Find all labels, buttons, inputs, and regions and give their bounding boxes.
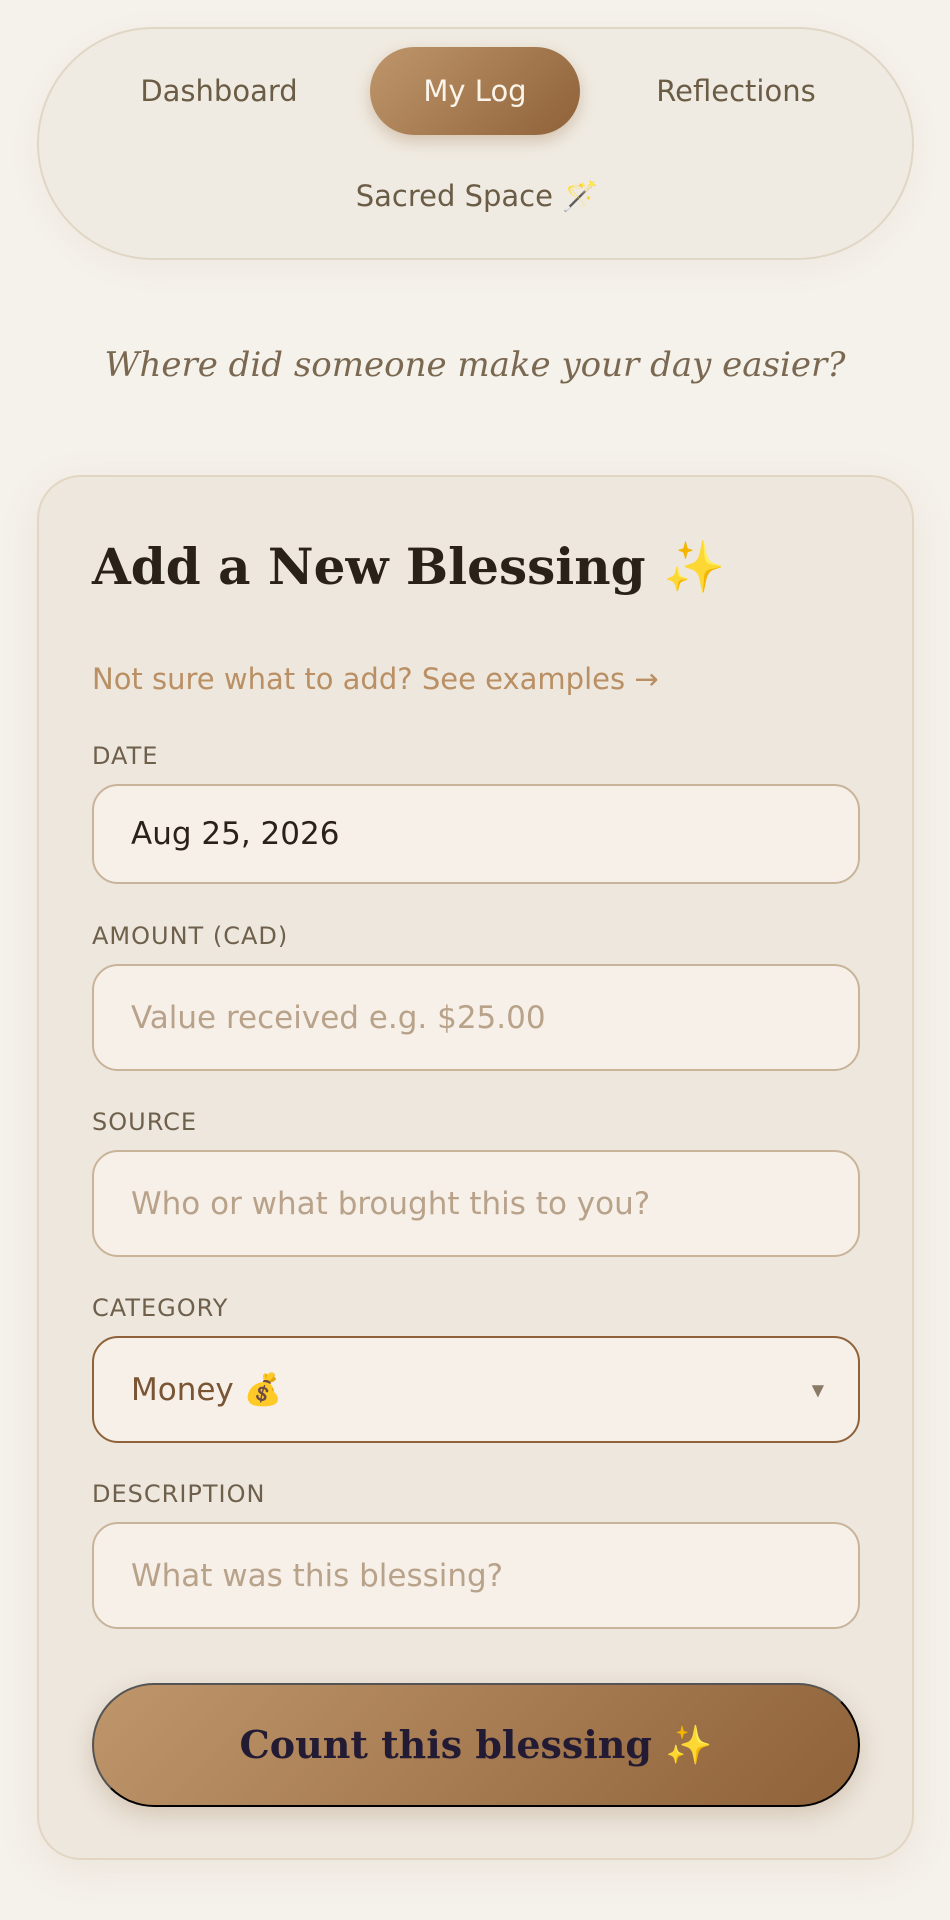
category-label: CATEGORY xyxy=(92,1294,229,1322)
chevron-down-icon: ▼ xyxy=(811,1380,824,1399)
description-placeholder: What was this blessing? xyxy=(131,1557,504,1594)
add-blessing-card: Add a New Blessing ✨ Not sure what to ad… xyxy=(37,475,914,1860)
source-label: SOURCE xyxy=(92,1108,198,1136)
tab-dashboard[interactable]: Dashboard xyxy=(109,47,329,135)
date-field[interactable]: Aug 25, 2026 xyxy=(92,784,860,884)
tab-sacred-space[interactable]: Sacred Space 🪄 xyxy=(322,152,632,240)
amount-placeholder: Value received e.g. $25.00 xyxy=(131,999,546,1036)
description-label: DESCRIPTION xyxy=(92,1480,266,1508)
category-value: Money 💰 xyxy=(131,1372,283,1408)
date-value: Aug 25, 2026 xyxy=(131,816,340,852)
count-blessing-button[interactable]: Count this blessing ✨ xyxy=(92,1683,860,1807)
source-placeholder: Who or what brought this to you? xyxy=(131,1185,651,1222)
amount-label: AMOUNT (CAD) xyxy=(92,922,289,950)
see-examples-link[interactable]: Not sure what to add? See examples → xyxy=(92,662,659,696)
tab-reflections[interactable]: Reflections xyxy=(621,47,851,135)
tab-my-log[interactable]: My Log xyxy=(370,47,580,135)
description-input[interactable]: What was this blessing? xyxy=(92,1522,860,1629)
category-select[interactable]: Money 💰 ▼ xyxy=(92,1336,860,1443)
page-prompt: Where did someone make your day easier? xyxy=(104,345,846,385)
date-label: DATE xyxy=(92,742,159,770)
card-title: Add a New Blessing ✨ xyxy=(92,537,726,596)
source-input[interactable]: Who or what brought this to you? xyxy=(92,1150,860,1257)
main-nav: Dashboard My Log Reflections Sacred Spac… xyxy=(37,27,914,260)
amount-input[interactable]: Value received e.g. $25.00 xyxy=(92,964,860,1071)
